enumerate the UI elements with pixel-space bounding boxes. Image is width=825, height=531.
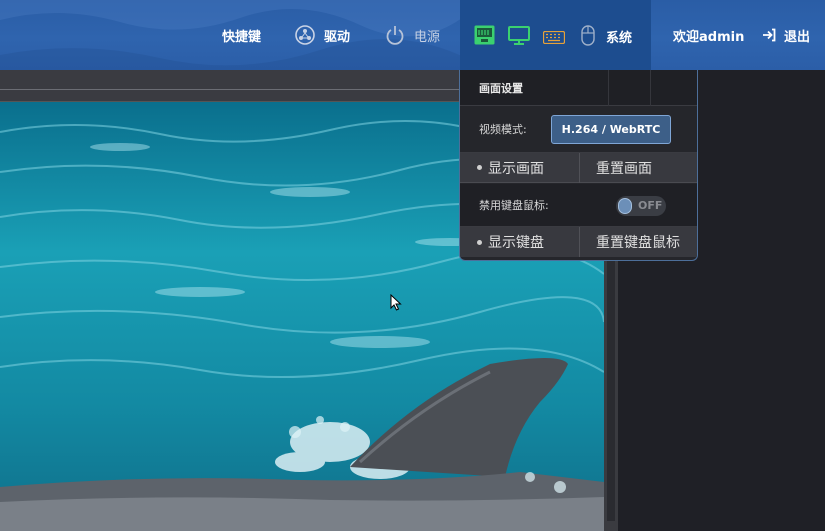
panel-header: 画面设置	[460, 70, 697, 106]
power-icon	[384, 24, 406, 46]
disable-kbm-toggle[interactable]: OFF	[616, 196, 666, 216]
system-menu-active[interactable]: 系统	[460, 0, 651, 70]
top-bar: 快捷键 驱动 电源 系统 欢迎admin 退出	[0, 0, 825, 70]
welcome-user: 欢迎admin	[673, 0, 744, 70]
reset-kbm-button[interactable]: 重置键盘鼠标	[580, 227, 680, 257]
show-keyboard-label: 显示键盘	[488, 235, 544, 251]
bullet-icon	[477, 165, 482, 170]
logout-icon	[762, 28, 776, 42]
video-mode-row: 视频模式: H.264 / WebRTC	[460, 106, 697, 153]
show-keyboard-button[interactable]: 显示键盘	[460, 227, 580, 257]
logout-label: 退出	[784, 29, 811, 45]
driver-icon	[294, 24, 316, 46]
disable-kbm-row: 禁用键盘鼠标: OFF	[460, 184, 697, 227]
show-screen-button[interactable]: 显示画面	[460, 152, 580, 183]
monitor-icon[interactable]	[508, 26, 530, 49]
bullet-icon	[477, 239, 482, 245]
panel-title: 画面设置	[479, 81, 523, 95]
reset-kbm-label: 重置键盘鼠标	[596, 235, 680, 251]
reset-screen-button[interactable]: 重置画面	[580, 153, 652, 183]
video-mode-button[interactable]: H.264 / WebRTC	[551, 115, 671, 144]
network-icon[interactable]	[474, 25, 495, 49]
show-screen-label: 显示画面	[488, 160, 544, 177]
screen-settings-panel: 画面设置 视频模式: H.264 / WebRTC 显示画面 重置画面 禁用键盘…	[459, 70, 698, 261]
driver-menu[interactable]: 驱动	[294, 0, 350, 70]
keyboard-icon[interactable]	[542, 29, 566, 48]
shortcuts-label: 快捷键	[222, 29, 262, 45]
disable-kbm-label: 禁用键盘鼠标:	[479, 199, 549, 212]
system-label: 系统	[606, 31, 633, 46]
power-label: 电源	[414, 29, 441, 45]
keyboard-actions-row: 显示键盘 重置键盘鼠标	[460, 227, 697, 257]
driver-label: 驱动	[324, 29, 351, 45]
toggle-state: OFF	[638, 199, 663, 212]
reset-screen-label: 重置画面	[596, 160, 652, 177]
mouse-icon[interactable]	[581, 25, 595, 50]
screen-actions-row: 显示画面 重置画面	[460, 152, 697, 183]
logout-button[interactable]: 退出	[762, 0, 810, 70]
toggle-knob	[618, 198, 632, 214]
mouse-cursor-icon	[390, 294, 402, 311]
welcome-text: 欢迎admin	[673, 29, 745, 45]
video-mode-label: 视频模式:	[479, 123, 527, 136]
power-menu[interactable]: 电源	[384, 0, 440, 70]
shortcuts-menu[interactable]: 快捷键	[222, 0, 261, 70]
